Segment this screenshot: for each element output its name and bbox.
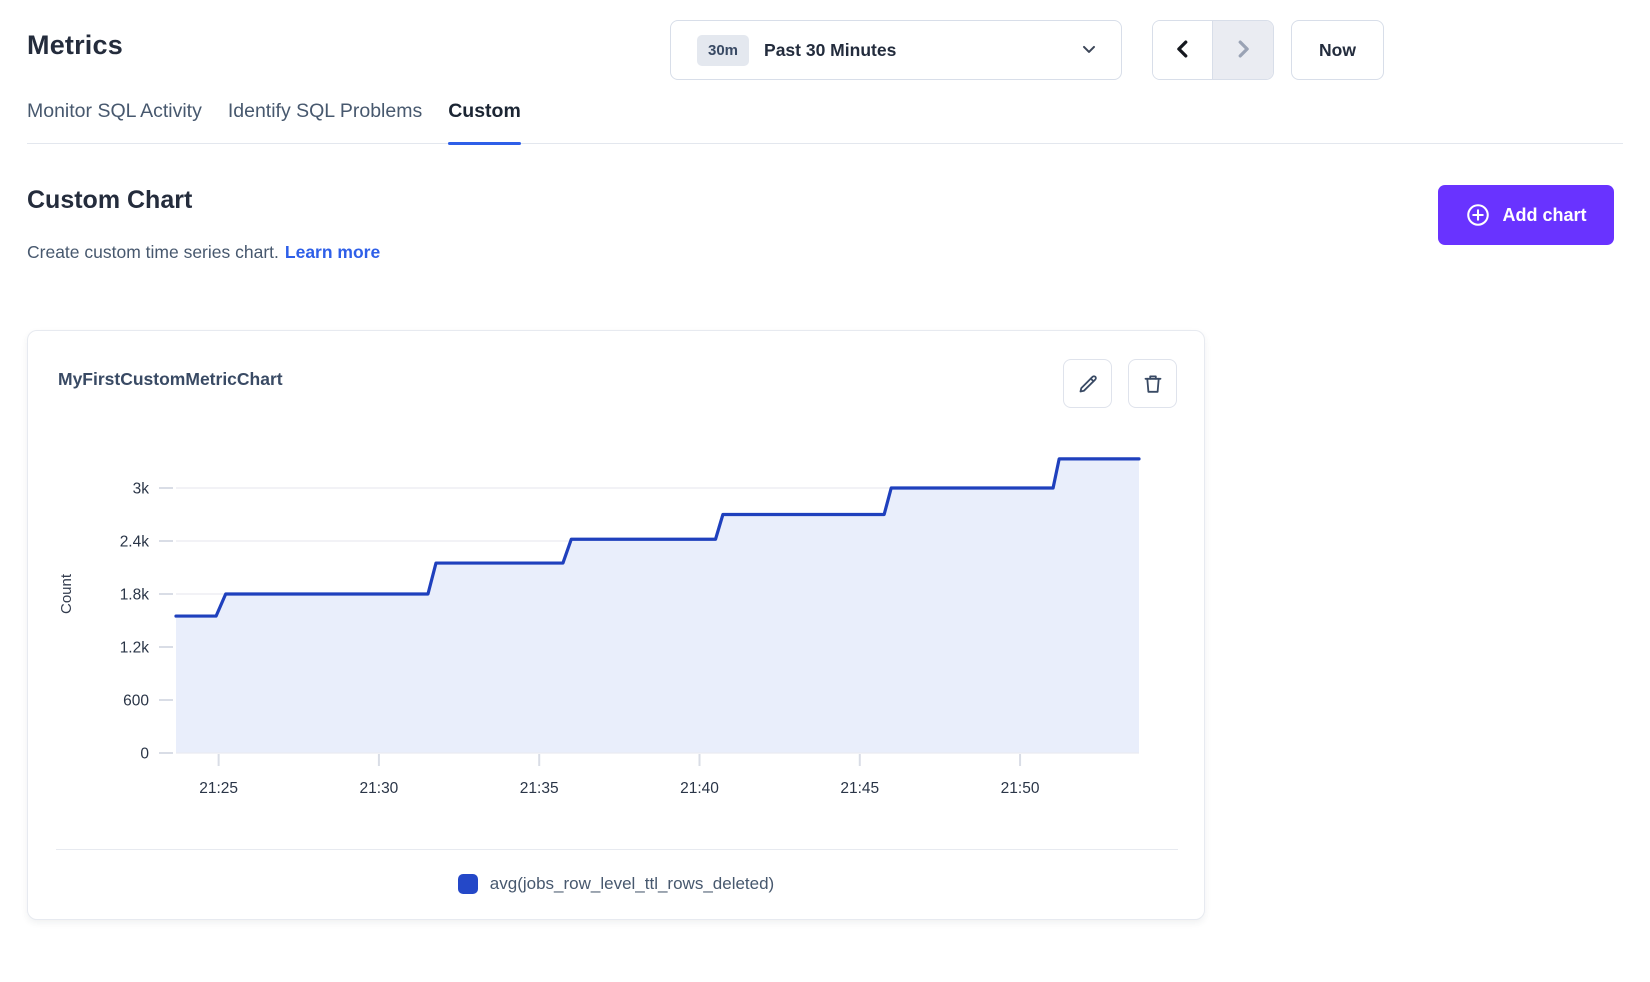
y-tick-label: 3k <box>133 481 150 498</box>
chart-card: MyFirstCustomMetricChart 0 600 1.2k 1.8k 2.4… <box>27 330 1205 920</box>
trash-icon <box>1141 372 1165 396</box>
y-tick-label: 1.2k <box>120 640 150 657</box>
y-tick-label: 600 <box>123 693 149 710</box>
subtitle-text: Create custom time series chart. <box>27 242 279 262</box>
section-title: Custom Chart <box>27 186 192 215</box>
x-tick-label: 21:25 <box>199 780 238 797</box>
legend-label: avg(jobs_row_level_ttl_rows_deleted) <box>490 874 774 894</box>
next-time-button[interactable] <box>1213 21 1273 79</box>
legend-divider <box>56 849 1178 850</box>
x-tick-label: 21:30 <box>360 780 399 797</box>
time-range-dropdown[interactable]: 30m Past 30 Minutes <box>670 20 1122 80</box>
x-tick-label: 21:50 <box>1001 780 1040 797</box>
time-series-chart: 0 600 1.2k 1.8k 2.4k 3k 21:25 21:30 21:35 21:40 21… <box>28 411 1206 811</box>
time-range-badge: 30m <box>697 35 749 66</box>
y-axis-label: Count <box>58 573 75 614</box>
add-chart-label: Add chart <box>1502 205 1586 226</box>
previous-time-button[interactable] <box>1153 21 1213 79</box>
tab-custom[interactable]: Custom <box>448 100 521 143</box>
chevron-down-icon <box>1079 39 1099 62</box>
time-range-label: Past 30 Minutes <box>764 40 896 61</box>
chart-legend: avg(jobs_row_level_ttl_rows_deleted) <box>28 874 1204 894</box>
tab-monitor-sql-activity[interactable]: Monitor SQL Activity <box>27 100 202 143</box>
now-button[interactable]: Now <box>1291 20 1384 80</box>
learn-more-link[interactable]: Learn more <box>285 242 380 262</box>
chevron-right-icon <box>1232 38 1254 63</box>
tab-identify-sql-problems[interactable]: Identify SQL Problems <box>228 100 422 143</box>
plus-circle-icon <box>1465 202 1491 228</box>
tab-bar: Monitor SQL Activity Identify SQL Proble… <box>27 100 1623 144</box>
series-area <box>176 459 1139 753</box>
edit-chart-button[interactable] <box>1063 359 1112 408</box>
page-title: Metrics <box>27 30 123 61</box>
y-tick-label: 2.4k <box>120 534 150 551</box>
chevron-left-icon <box>1172 38 1194 63</box>
section-subtitle: Create custom time series chart. Learn mo… <box>27 242 380 263</box>
time-window-arrows <box>1152 20 1274 80</box>
y-tick-label: 1.8k <box>120 587 150 604</box>
legend-swatch <box>458 874 478 894</box>
x-tick-label: 21:35 <box>520 780 559 797</box>
metrics-page: Metrics 30m Past 30 Minutes Now Monitor … <box>0 0 1650 982</box>
pencil-icon <box>1076 372 1100 396</box>
y-tick-label: 0 <box>140 746 149 763</box>
chart-title: MyFirstCustomMetricChart <box>58 369 283 390</box>
x-tick-label: 21:40 <box>680 780 719 797</box>
delete-chart-button[interactable] <box>1128 359 1177 408</box>
add-chart-button[interactable]: Add chart <box>1438 185 1614 245</box>
x-tick-label: 21:45 <box>840 780 879 797</box>
